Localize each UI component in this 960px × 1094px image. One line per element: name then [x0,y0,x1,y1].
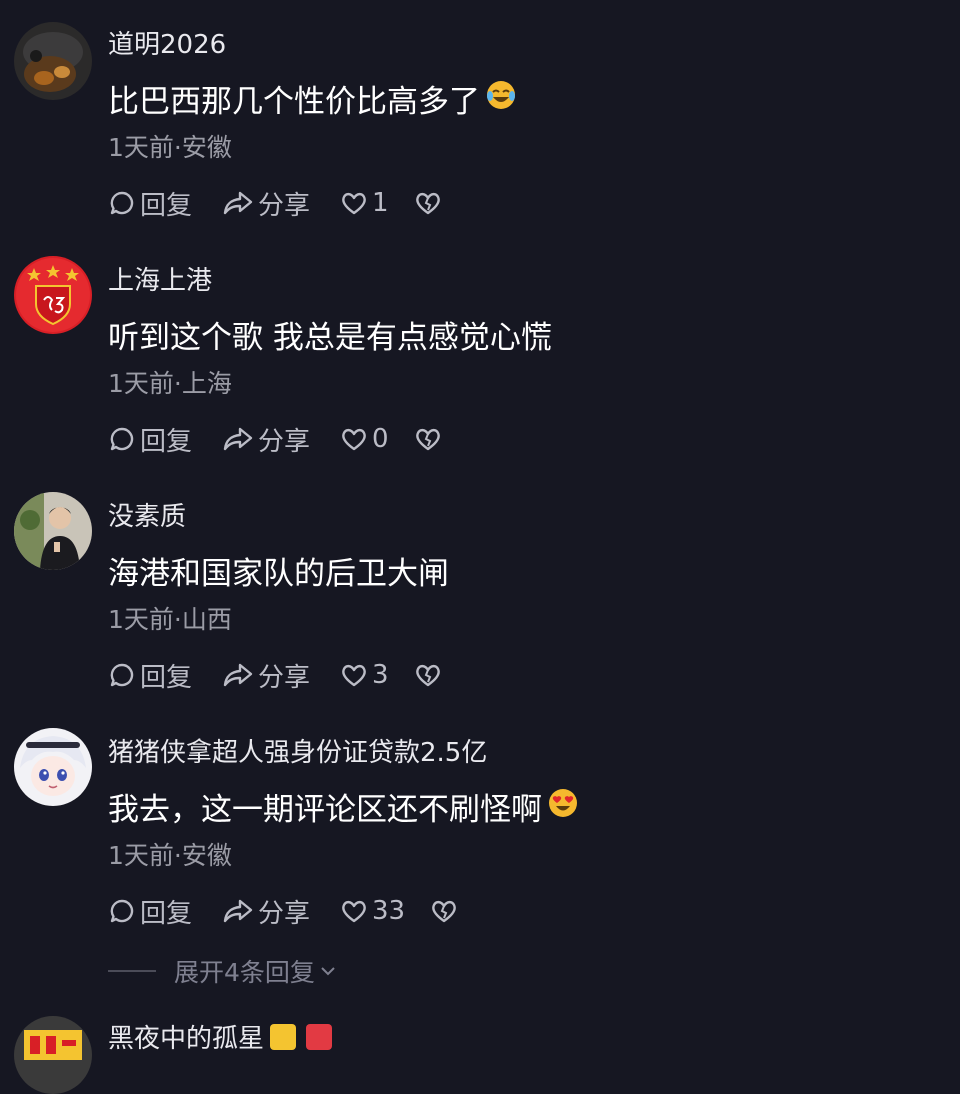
comment-meta: 1天前·安徽 [108,133,232,162]
comment-bubble-icon [110,427,134,451]
comment-text-body: 海港和国家队的后卫大闸 [108,556,449,592]
share-arrow-icon [223,191,253,215]
username[interactable]: 没素质 [108,496,186,533]
like-count: 1 [372,188,389,218]
comment-actions: 回复 分享 1 [108,183,440,223]
share-button[interactable]: 分享 [222,185,340,222]
comment-bubble-icon [110,191,134,215]
dislike-button[interactable] [414,189,442,217]
reply-button[interactable]: 回复 [108,421,222,458]
avatar[interactable] [14,22,92,100]
comment-text: 听到这个歌 我总是有点感觉心慌 [108,312,552,357]
comment-text-body: 比巴西那几个性价比高多了 [108,84,480,120]
expand-replies-label: 展开4条回复 [174,958,315,987]
heart-icon [342,428,366,451]
share-label: 分享 [258,426,311,457]
username[interactable]: 猪猪侠拿超人强身份证贷款2.5亿 [108,732,487,769]
dislike-button[interactable] [414,425,442,453]
broken-heart-icon [416,664,440,687]
comment-bubble-icon [110,899,134,923]
like-button[interactable]: 0 [340,424,389,454]
reply-label: 回复 [140,190,193,221]
share-label: 分享 [258,662,311,693]
heart-eyes-emoji [548,788,578,826]
reply-label: 回复 [140,426,193,457]
share-label: 分享 [258,190,311,221]
broken-heart-icon [416,428,440,451]
heart-icon [342,192,366,215]
comment-meta: 1天前·安徽 [108,841,232,870]
avatar[interactable] [14,1016,92,1094]
comment-actions: 回复 分享 33 [108,891,456,931]
comment-text: 海港和国家队的后卫大闸 [108,548,449,593]
avatar[interactable] [14,256,92,334]
username-text: 黑夜中的孤星 [108,1024,265,1054]
dislike-button[interactable] [414,661,442,689]
share-label: 分享 [258,898,311,929]
red-badge-icon [306,1023,333,1050]
comment-actions: 回复 分享 0 [108,419,440,459]
comment-meta: 1天前·山西 [108,605,232,634]
comment-actions: 回复 分享 3 [108,655,440,695]
comment-text-body: 听到这个歌 我总是有点感觉心慌 [108,320,552,356]
share-button[interactable]: 分享 [222,657,340,694]
share-button[interactable]: 分享 [222,421,340,458]
reply-button[interactable]: 回复 [108,185,222,222]
heart-icon [342,664,366,687]
share-button[interactable]: 分享 [222,893,340,930]
share-arrow-icon [223,899,253,923]
reply-button[interactable]: 回复 [108,893,222,930]
comment-text: 我去，这一期评论区还不刷怪啊 [108,784,578,829]
like-button[interactable]: 33 [340,896,405,926]
broken-heart-icon [416,192,440,215]
share-arrow-icon [223,427,253,451]
dislike-button[interactable] [430,897,458,925]
reply-button[interactable]: 回复 [108,657,222,694]
reply-label: 回复 [140,662,193,693]
yellow-badge-icon [270,1023,297,1050]
avatar[interactable] [14,492,92,570]
avatar[interactable] [14,728,92,806]
like-button[interactable]: 1 [340,188,389,218]
divider [108,970,156,972]
share-arrow-icon [223,663,253,687]
chevron-down-icon [321,967,335,976]
comment-meta: 1天前·上海 [108,369,232,398]
username[interactable]: 黑夜中的孤星 [108,1018,333,1055]
like-count: 3 [372,660,389,690]
comment-text-body: 我去，这一期评论区还不刷怪啊 [108,792,542,828]
username[interactable]: 道明2026 [108,24,226,61]
reply-label: 回复 [140,898,193,929]
like-count: 33 [372,896,406,926]
comment-text: 比巴西那几个性价比高多了 [108,76,516,121]
broken-heart-icon [432,900,456,923]
comment-bubble-icon [110,663,134,687]
laugh-cry-emoji [486,80,516,118]
username[interactable]: 上海上港 [108,260,212,297]
like-count: 0 [372,424,389,454]
like-button[interactable]: 3 [340,660,389,690]
heart-icon [342,900,366,923]
expand-replies-button[interactable]: 展开4条回复 [108,955,339,987]
